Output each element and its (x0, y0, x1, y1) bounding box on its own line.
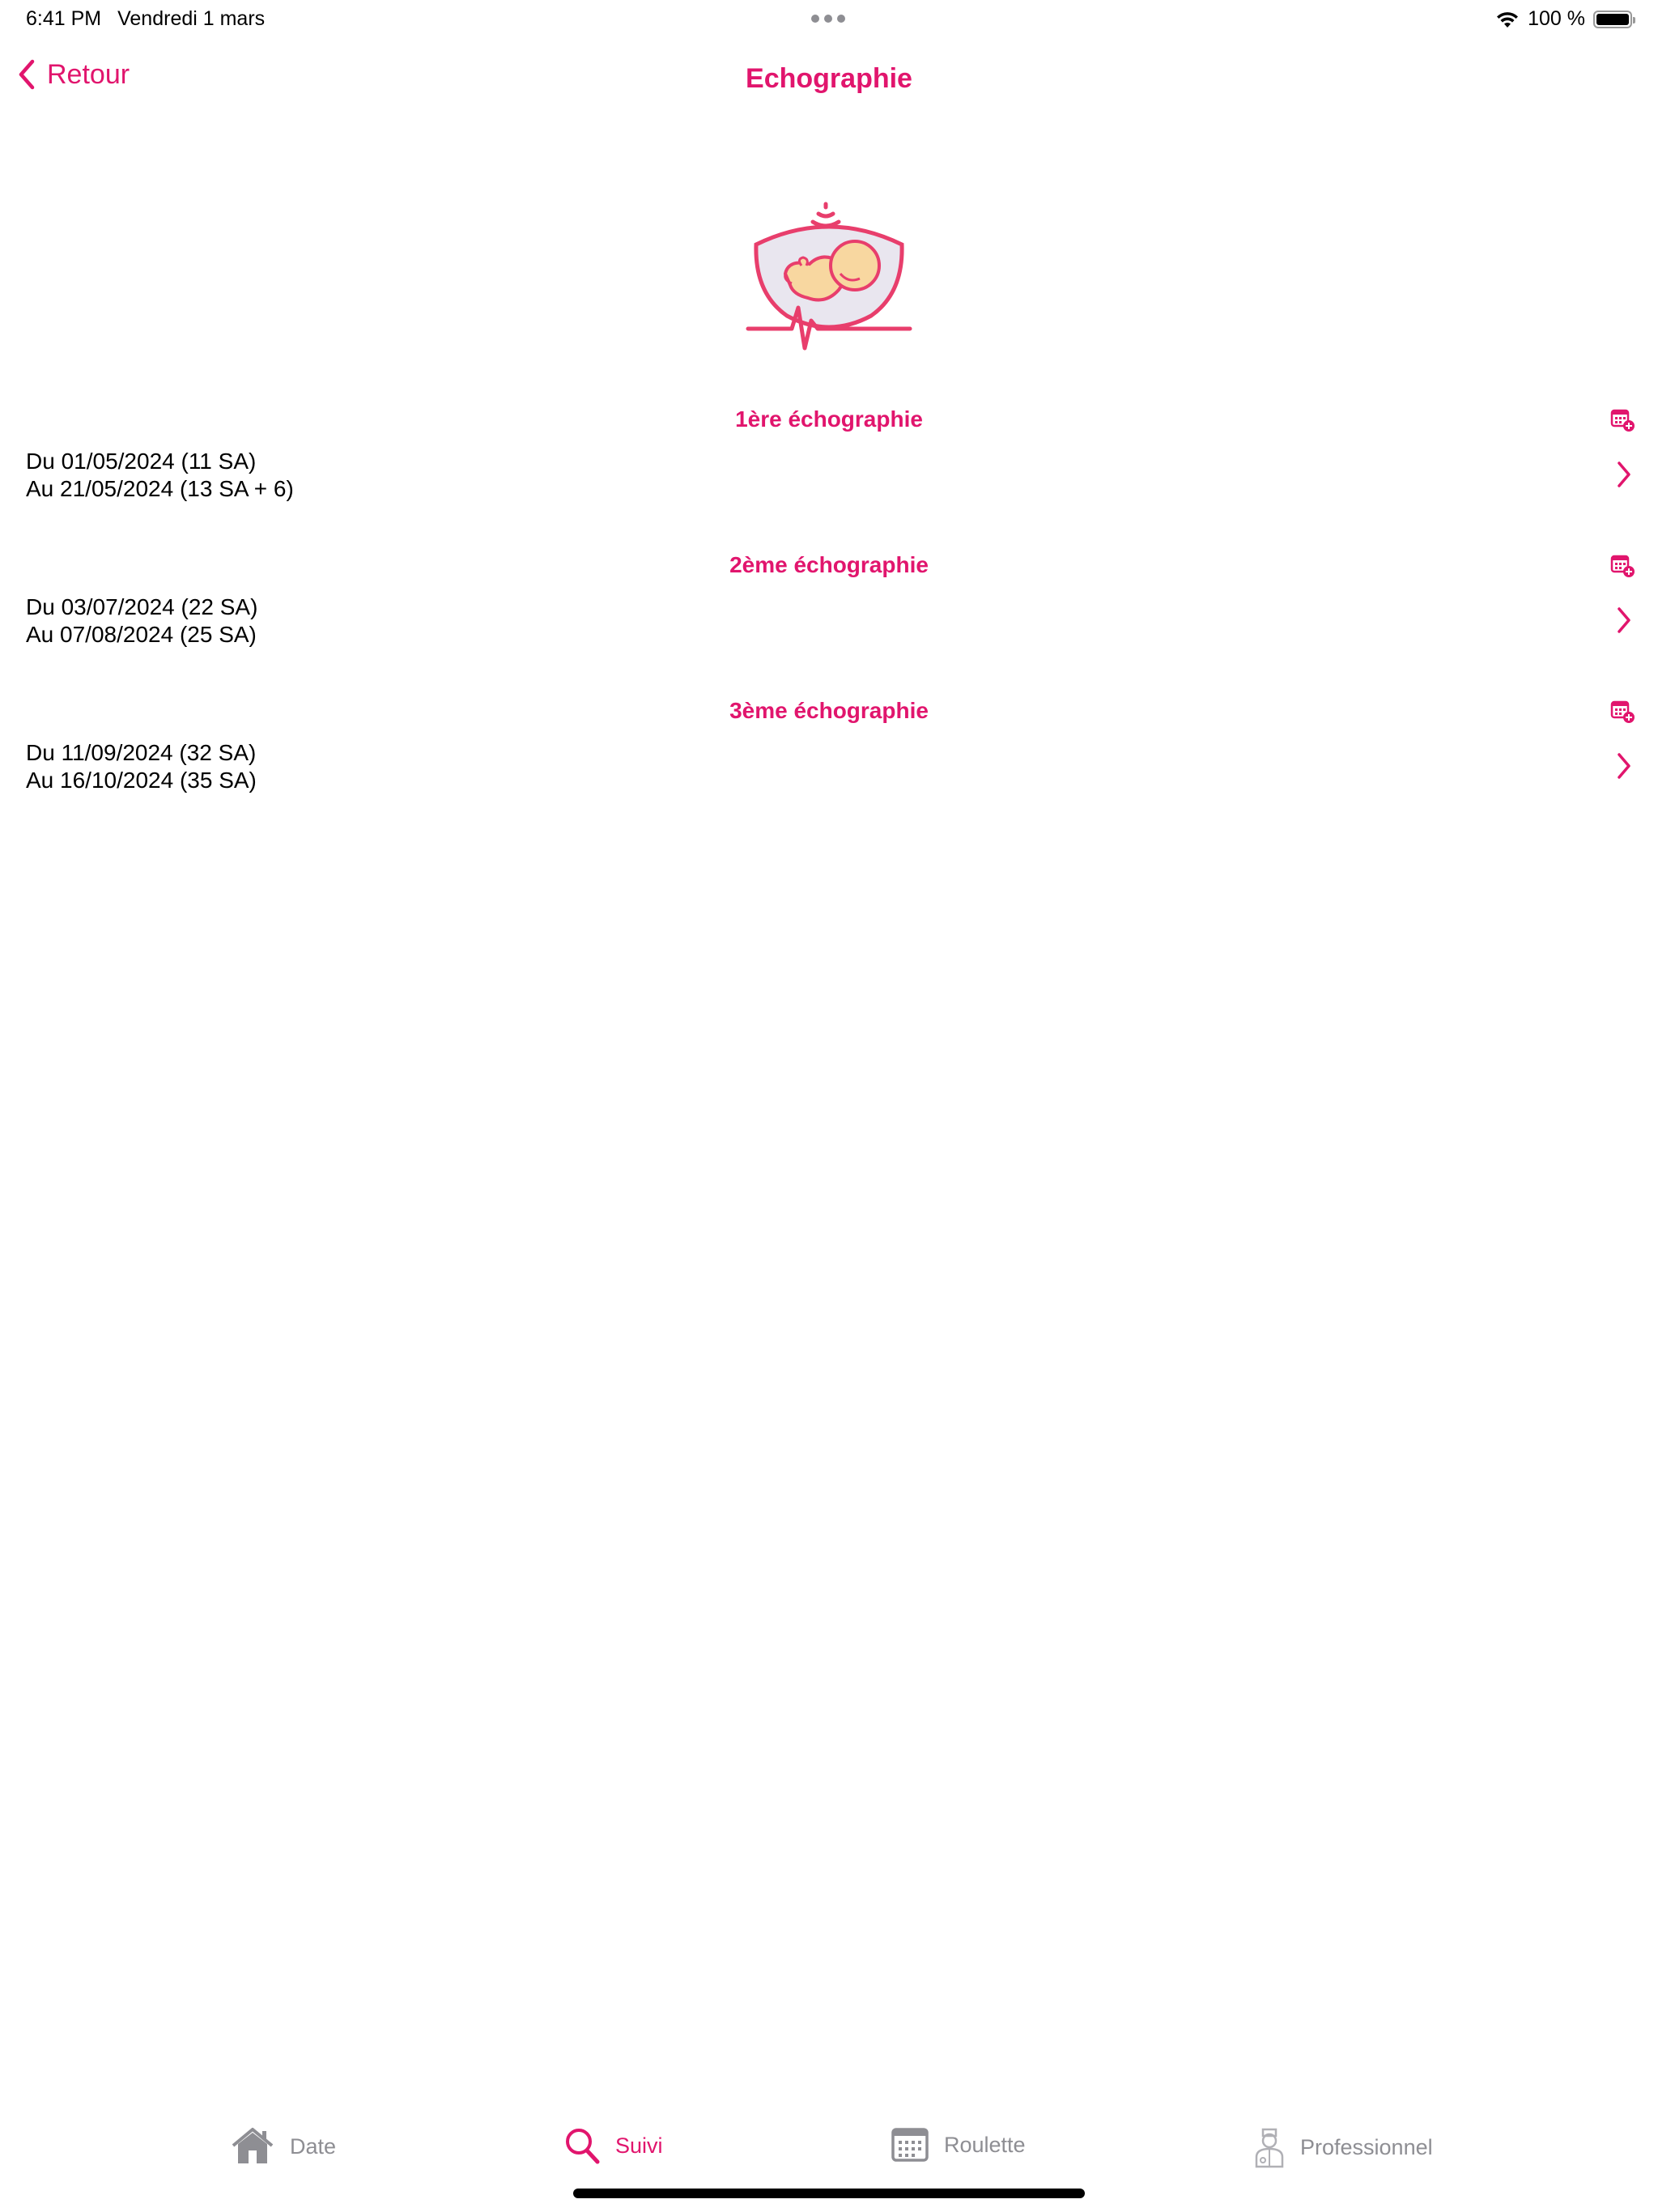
list-item[interactable]: Du 01/05/2024 (11 SA) Au 21/05/2024 (13 … (0, 445, 1658, 510)
echography-section-1: 1ère échographie Du 01/05/2024 (11 SA) A… (0, 406, 1658, 536)
tab-label: Roulette (944, 2132, 1026, 2157)
date-range-end: Au 07/08/2024 (25 SA) (26, 622, 257, 647)
tab-bar: Date Suivi Roulette Professionnel (0, 2105, 1658, 2186)
echography-section-2: 2ème échographie Du 03/07/2024 (22 SA) A… (0, 552, 1658, 682)
battery-percentage: 100 % (1528, 7, 1585, 30)
echography-section-3: 3ème échographie Du 11/09/2024 (32 SA) A… (0, 698, 1658, 827)
tab-professionnel[interactable]: Professionnel (1253, 2126, 1433, 2168)
date-range-start: Du 01/05/2024 (11 SA) (26, 449, 257, 474)
date-range-start: Du 03/07/2024 (22 SA) (26, 594, 258, 619)
screen: 6:41 PM Vendredi 1 mars 100 % Retour Echo… (0, 0, 1658, 2212)
status-time-date: 6:41 PM Vendredi 1 mars (26, 7, 281, 31)
status-indicators: 100 % (1495, 7, 1635, 31)
status-bar: 6:41 PM Vendredi 1 mars 100 % (0, 0, 1658, 40)
date-range-start: Du 11/09/2024 (32 SA) (26, 740, 257, 765)
chevron-right-icon (1618, 607, 1630, 633)
section-title: 3ème échographie (729, 698, 929, 723)
date-range-end: Au 21/05/2024 (13 SA + 6) (26, 476, 294, 501)
status-time: 6:41 PM (26, 7, 102, 30)
doctor-icon (1255, 2128, 1284, 2168)
list-item[interactable]: Du 03/07/2024 (22 SA) Au 07/08/2024 (25 … (0, 591, 1658, 656)
list-item[interactable]: Du 11/09/2024 (32 SA) Au 16/10/2024 (35 … (0, 737, 1658, 802)
search-icon (566, 2129, 600, 2164)
tab-suivi[interactable]: Suivi (563, 2126, 663, 2165)
tab-label: Date (290, 2133, 337, 2159)
status-date: Vendredi 1 mars (117, 7, 266, 30)
section-title: 1ère échographie (735, 406, 923, 432)
page-title: Echographie (746, 63, 912, 94)
tab-label: Suivi (615, 2133, 663, 2158)
date-range-end: Au 16/10/2024 (35 SA) (26, 768, 257, 793)
calendar-add-icon[interactable] (1609, 552, 1635, 578)
calendar-icon (891, 2128, 929, 2162)
chevron-right-icon (1618, 753, 1630, 779)
navigation-bar: Retour Echographie (0, 49, 1658, 113)
battery-icon (1593, 10, 1635, 28)
wifi-icon (1497, 11, 1519, 28)
tab-label: Professionnel (1300, 2134, 1433, 2159)
chevron-right-icon (1618, 462, 1630, 487)
section-title: 2ème échographie (729, 552, 929, 577)
multitasking-dots-icon[interactable] (811, 15, 845, 23)
tab-date[interactable]: Date (230, 2126, 336, 2167)
home-icon (232, 2128, 274, 2163)
tab-roulette[interactable]: Roulette (891, 2126, 1026, 2163)
home-indicator[interactable] (573, 2189, 1085, 2198)
calendar-add-icon[interactable] (1609, 406, 1635, 432)
ultrasound-baby-icon (746, 202, 912, 351)
calendar-add-icon[interactable] (1609, 698, 1635, 724)
